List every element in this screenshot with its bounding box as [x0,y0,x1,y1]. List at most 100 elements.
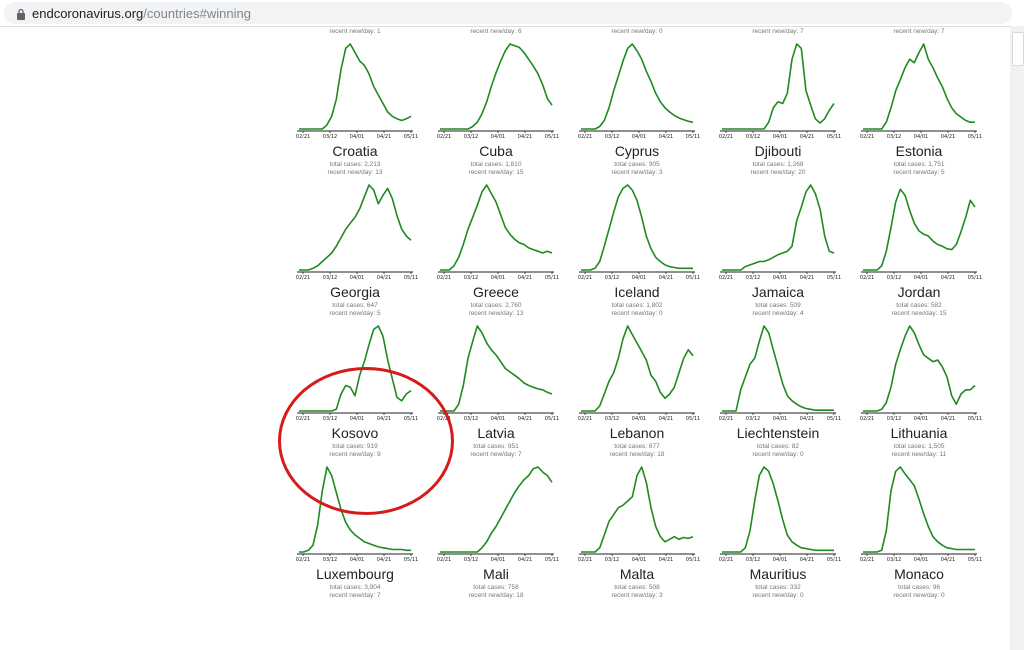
country-chart: 02/21 03/12 04/01 04/21 05/11 [578,325,700,422]
country-card-mali: 02/21 03/12 04/01 04/21 05/11 Mali total cases… [436,463,559,604]
case-curve [863,325,976,412]
tick-label: 02/21 [437,275,451,281]
tick-label: 04/01 [773,275,787,281]
recent-new-per-day: recent new/day: 18 [468,592,524,599]
tick-label: 04/01 [491,416,505,422]
url-text[interactable]: endcoronavirus.org/countries#winning [32,6,251,22]
country-chart: 02/21 03/12 04/01 04/21 05/11 [578,466,700,563]
country-card-jordan: 02/21 03/12 04/01 04/21 05/11 Jordan total cas… [859,181,982,322]
scrollbar-track[interactable] [1010,26,1024,650]
recent-new-per-day: recent new/day: 5 [893,169,945,176]
country-card-latvia: 02/21 03/12 04/01 04/21 05/11 Latvia total cas… [436,322,559,463]
case-curve [863,43,975,130]
tick-label: 04/21 [941,416,955,422]
total-cases: total cases: 96 [898,584,940,591]
recent-new-per-day: recent new/day: 20 [750,169,806,176]
tick-label: 05/11 [545,275,559,281]
recent-new-per-day: recent new/day: 7 [752,28,804,35]
case-curve [440,184,553,271]
recent-new-per-day: recent new/day: 0 [752,451,804,458]
case-curve [440,43,553,130]
tick-label: 05/11 [404,134,418,140]
tick-label: 04/01 [632,134,646,140]
tick-label: 05/11 [968,416,982,422]
tick-label: 05/11 [545,557,559,563]
country-name: Mali [483,566,509,582]
country-card-burkina-faso: 02/2103/1204/0104/2105/11Burkina Fasotot… [436,26,556,40]
tick-label: 03/12 [323,275,337,281]
tick-label: 03/12 [464,416,478,422]
lock-icon[interactable] [16,8,26,20]
tick-label: 04/01 [914,416,928,422]
tick-label: 03/12 [887,275,901,281]
total-cases: total cases: 877 [614,443,660,450]
tick-label: 03/12 [746,416,760,422]
tick-label: 04/01 [350,134,364,140]
url-host: endcoronavirus.org [32,6,144,21]
tick-label: 04/21 [518,134,532,140]
country-name: Jordan [897,284,941,300]
tick-label: 03/12 [464,134,478,140]
tick-label: 03/12 [746,134,760,140]
case-curve [581,43,694,130]
case-curve [299,43,412,130]
scrollbar-thumb[interactable] [1012,32,1024,66]
tick-label: 02/21 [296,134,310,140]
total-cases: total cases: 2,760 [470,302,522,309]
total-cases: total cases: 332 [755,584,801,591]
total-cases: total cases: 82 [757,443,799,450]
country-name: Estonia [895,143,943,159]
tick-label: 04/21 [377,275,391,281]
country-name: Djibouti [754,143,802,159]
tick-label: 04/01 [632,557,646,563]
tick-label: 04/21 [659,416,673,422]
country-card-georgia: 02/21 03/12 04/01 04/21 05/11 Georgia total ca… [295,181,418,322]
country-name: Greece [473,284,519,300]
country-name: Luxembourg [316,566,394,582]
recent-new-per-day: recent new/day: 13 [327,169,383,176]
tick-label: 04/21 [659,275,673,281]
country-card-malta: 02/21 03/12 04/01 04/21 05/11 Malta total case… [577,463,700,604]
country-chart: 02/21 03/12 04/01 04/21 05/11 [860,188,982,281]
tick-label: 04/01 [773,416,787,422]
tick-label: 04/01 [914,557,928,563]
tick-label: 04/21 [518,275,532,281]
country-chart: 02/21 03/12 04/01 04/21 05/11 [719,43,841,140]
tick-label: 04/21 [800,416,814,422]
address-bar[interactable]: endcoronavirus.org/countries#winning [0,0,1024,27]
tick-label: 02/21 [296,275,310,281]
tick-label: 04/21 [377,134,391,140]
tick-label: 05/11 [545,134,559,140]
tick-label: 04/21 [377,557,391,563]
total-cases: total cases: 582 [896,302,942,309]
tick-label: 02/21 [578,134,592,140]
tick-label: 03/12 [605,275,619,281]
url-field[interactable]: endcoronavirus.org/countries#winning [4,2,1012,24]
country-chart: 02/21 03/12 04/01 04/21 05/11 [437,325,559,422]
tick-label: 03/12 [605,557,619,563]
tick-label: 04/01 [914,275,928,281]
tick-label: 04/01 [773,134,787,140]
country-chart: 02/21 03/12 04/01 04/21 05/11 [719,466,841,563]
tick-label: 04/21 [800,275,814,281]
country-name: Lithuania [890,425,948,441]
country-name: Cyprus [614,143,660,159]
tick-label: 02/21 [860,134,874,140]
recent-new-per-day: recent new/day: 0 [611,310,663,317]
country-card-china: 01/2202/1603/1204/0605/01Chinatotal case… [718,26,838,40]
tick-label: 05/11 [827,557,841,563]
country-card-monaco: 02/21 03/12 04/01 04/21 05/11 Monaco total cas… [859,463,982,604]
country-card-estonia: 02/21 03/12 04/01 04/21 05/11 Estonia total ca… [859,40,982,181]
highlight-circle [278,367,454,515]
total-cases: total cases: 1,505 [893,443,945,450]
case-curve [863,466,975,553]
case-curve [863,188,976,271]
recent-new-per-day: recent new/day: 15 [468,169,524,176]
tick-label: 04/01 [350,275,364,281]
case-curve [581,466,694,553]
country-chart: 02/21 03/12 04/01 04/21 05/11 [296,43,418,140]
recent-new-per-day: recent new/day: 7 [329,592,381,599]
country-chart: 02/21 03/12 04/01 04/21 05/11 [719,184,841,281]
recent-new-per-day: recent new/day: 7 [893,28,945,35]
country-name: Liechtenstein [736,425,820,441]
